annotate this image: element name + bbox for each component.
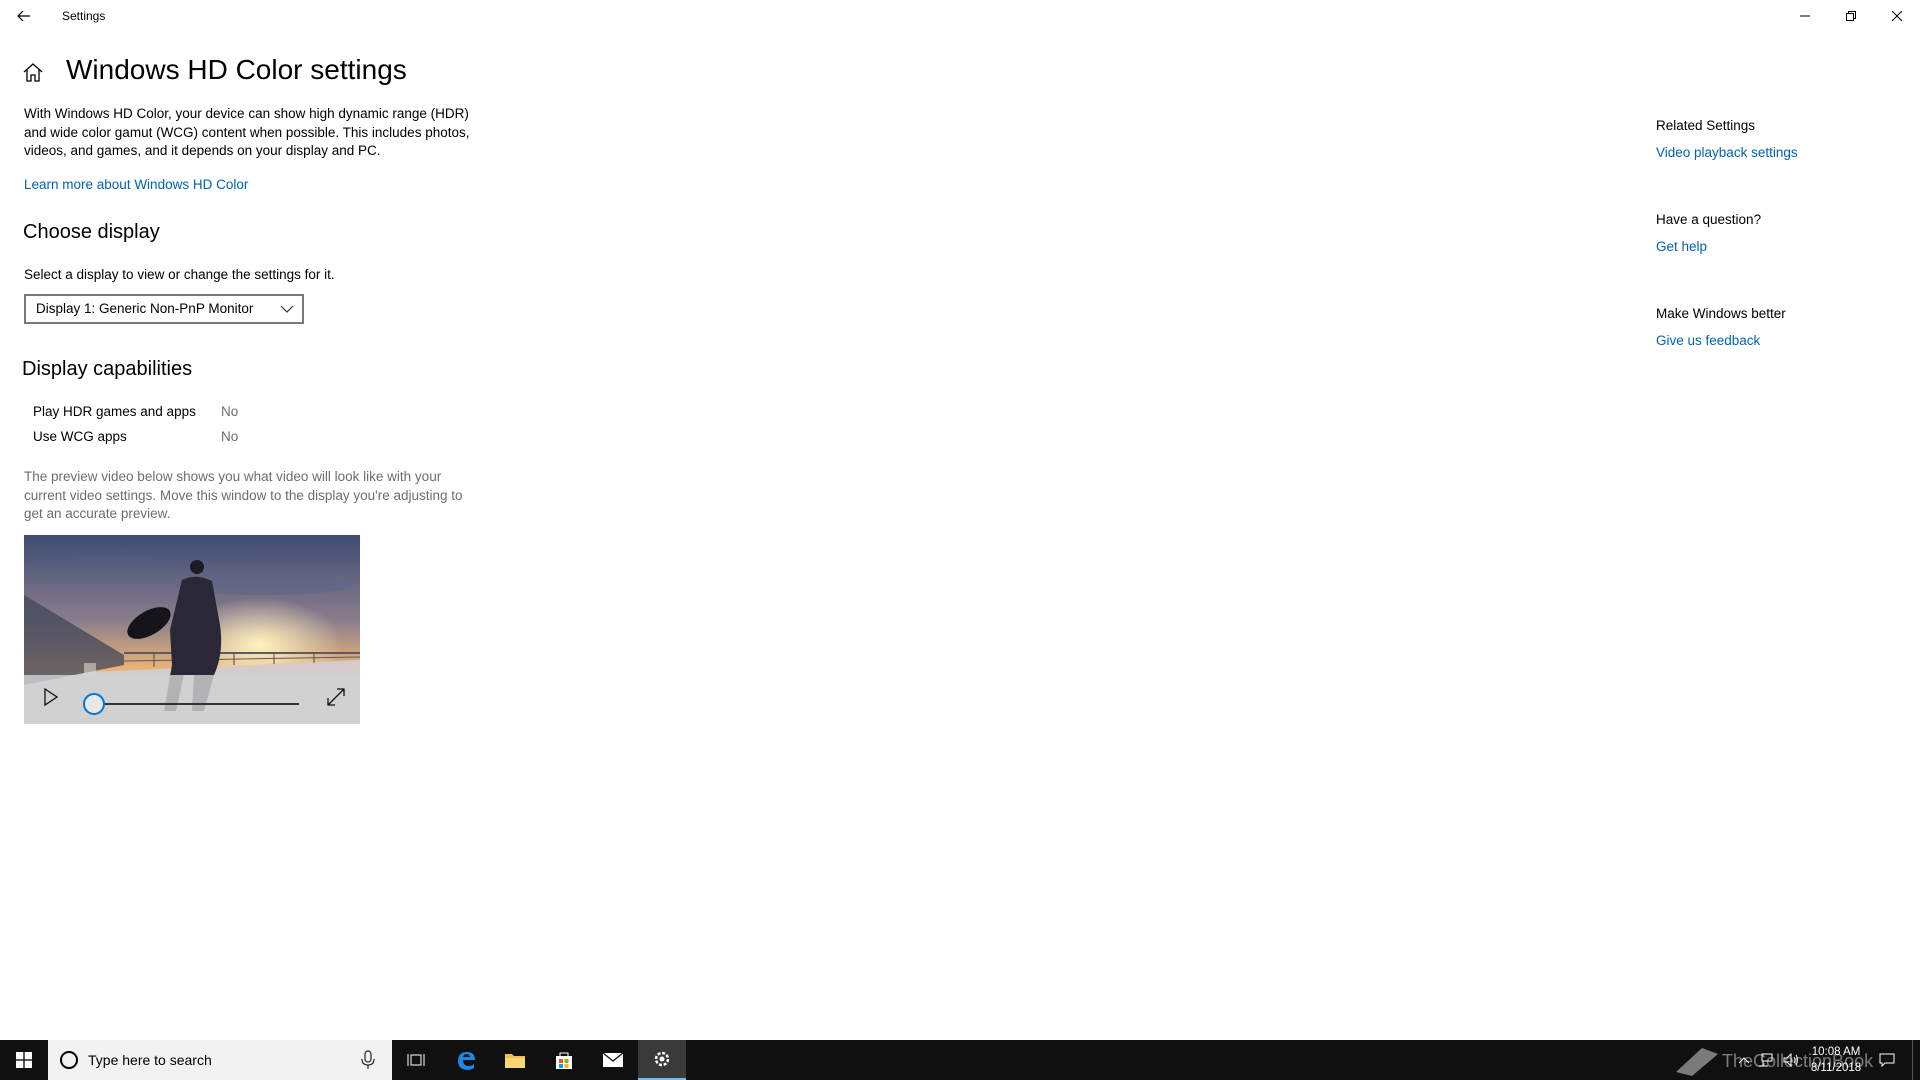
title-bar: Settings [0,0,1920,32]
cortana-icon [60,1051,78,1069]
notification-icon [1879,1053,1895,1067]
store-button[interactable] [540,1040,588,1080]
restore-button[interactable] [1828,0,1874,32]
settings-taskbar-button[interactable] [638,1040,686,1080]
choose-display-heading: Choose display [23,221,160,243]
get-help-link[interactable]: Get help [1656,239,1707,254]
mail-icon [602,1052,624,1067]
display-dropdown-value: Display 1: Generic Non-PnP Monitor [36,301,254,316]
play-icon [44,687,59,707]
store-bag-icon [556,1052,572,1069]
file-explorer-button[interactable] [491,1040,539,1080]
related-settings-heading: Related Settings [1656,118,1756,133]
task-view-icon [407,1054,425,1066]
learn-more-link[interactable]: Learn more about Windows HD Color [24,177,248,192]
edge-icon [458,1052,475,1070]
capability-value-hdr: No [221,404,239,419]
give-feedback-link[interactable]: Give us feedback [1656,333,1760,348]
show-desktop-button[interactable] [1912,1040,1920,1080]
clock-date: 8/11/2018 [1810,1062,1862,1074]
home-icon [23,63,43,82]
fullscreen-button[interactable] [324,685,348,709]
restore-icon [1846,11,1856,21]
minimize-icon [1800,15,1810,17]
seek-bar[interactable] [94,703,299,705]
volume-button[interactable] [1780,1040,1804,1080]
back-arrow-icon [17,10,30,22]
action-center-button[interactable] [1874,1040,1900,1080]
back-button[interactable] [8,3,40,29]
windows-logo-icon [16,1052,32,1068]
folder-icon [505,1054,525,1068]
video-controls [24,675,360,724]
capability-label-wcg: Use WCG apps [33,429,127,444]
microphone-icon[interactable] [360,1050,376,1070]
preview-video[interactable] [24,535,360,724]
taskbar-search-box[interactable]: Type here to search [48,1040,392,1080]
edge-button[interactable] [442,1040,490,1080]
settings-window: Settings Windows HD Color settings With … [0,0,1920,1040]
minimize-button[interactable] [1782,0,1828,32]
home-button[interactable] [22,62,46,86]
seek-thumb[interactable] [83,693,105,715]
show-hidden-icons-button[interactable] [1734,1040,1754,1080]
taskbar-clock[interactable]: 10:08 AM 8/11/2018 [1808,1044,1864,1076]
gear-icon [654,1051,670,1067]
display-capabilities-heading: Display capabilities [22,358,193,380]
watermark-logo-icon [1676,1048,1718,1076]
search-placeholder: Type here to search [88,1052,212,1068]
close-icon [1892,11,1902,21]
choose-display-label: Select a display to view or change the s… [24,267,335,282]
preview-note: The preview video below shows you what v… [24,469,463,521]
play-button[interactable] [38,685,62,709]
network-button[interactable] [1754,1040,1778,1080]
chevron-down-icon [280,305,294,313]
window-title: Settings [62,9,106,23]
close-button[interactable] [1874,0,1920,32]
fullscreen-icon [327,688,345,706]
volume-icon [1783,1053,1798,1067]
capability-value-wcg: No [221,429,239,444]
display-dropdown[interactable]: Display 1: Generic Non-PnP Monitor [24,294,304,324]
mail-button[interactable] [589,1040,637,1080]
network-icon [1759,1053,1773,1067]
capability-label-hdr: Play HDR games and apps [33,404,196,419]
make-windows-better-heading: Make Windows better [1656,306,1786,321]
page-description: With Windows HD Color, your device can s… [24,106,470,158]
clock-time: 10:08 AM [1811,1046,1861,1058]
taskbar: Type here to search TheCollectionBook 10… [0,1040,1920,1080]
video-playback-settings-link[interactable]: Video playback settings [1656,145,1798,160]
chevron-up-icon [1738,1057,1750,1064]
page-title: Windows HD Color settings [66,54,407,85]
have-a-question-heading: Have a question? [1656,212,1762,227]
task-view-button[interactable] [392,1040,440,1080]
start-button[interactable] [0,1040,48,1080]
